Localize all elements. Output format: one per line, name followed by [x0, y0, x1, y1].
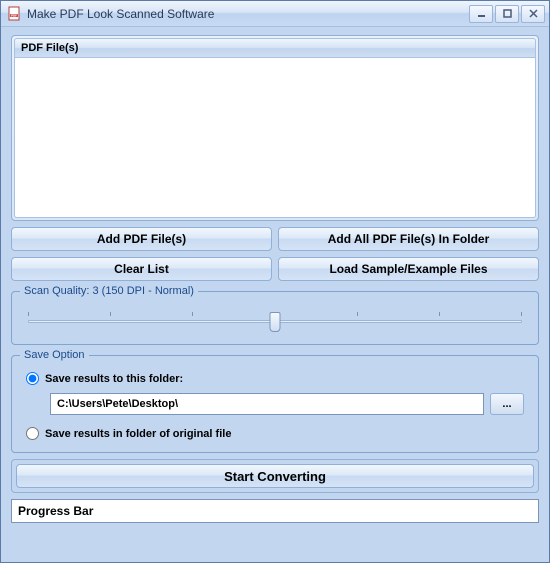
radio-original-label: Save results in folder of original file [45, 428, 231, 440]
radio-folder-input[interactable] [26, 372, 39, 385]
start-converting-button[interactable]: Start Converting [16, 464, 534, 488]
add-pdf-button[interactable]: Add PDF File(s) [11, 227, 272, 251]
radio-original-input[interactable] [26, 427, 39, 440]
scan-quality-label: Scan Quality: 3 (150 DPI - Normal) [20, 285, 198, 297]
titlebar[interactable]: PDF Make PDF Look Scanned Software [1, 1, 549, 27]
folder-path-input[interactable] [50, 393, 484, 415]
maximize-button[interactable] [495, 5, 519, 23]
save-option-group: Save Option Save results to this folder:… [11, 355, 539, 453]
save-option-label: Save Option [20, 349, 89, 361]
load-sample-button[interactable]: Load Sample/Example Files [278, 257, 539, 281]
add-folder-button[interactable]: Add All PDF File(s) In Folder [278, 227, 539, 251]
radio-save-original[interactable]: Save results in folder of original file [22, 425, 528, 442]
app-window: PDF Make PDF Look Scanned Software PDF F… [0, 0, 550, 563]
window-title: Make PDF Look Scanned Software [27, 7, 469, 21]
slider-thumb[interactable] [270, 312, 281, 332]
start-panel: Start Converting [11, 459, 539, 493]
radio-save-to-folder[interactable]: Save results to this folder: [22, 370, 528, 387]
scan-quality-slider[interactable] [28, 310, 522, 334]
client-area: PDF File(s) Add PDF File(s) Add All PDF … [1, 27, 549, 562]
svg-text:PDF: PDF [11, 13, 17, 17]
scan-quality-group: Scan Quality: 3 (150 DPI - Normal) [11, 291, 539, 345]
radio-folder-label: Save results to this folder: [45, 373, 183, 385]
clear-list-button[interactable]: Clear List [11, 257, 272, 281]
file-list-panel: PDF File(s) [11, 35, 539, 221]
app-icon: PDF [7, 6, 23, 22]
minimize-button[interactable] [469, 5, 493, 23]
file-list-header[interactable]: PDF File(s) [14, 38, 536, 58]
browse-button[interactable]: ... [490, 393, 524, 415]
close-button[interactable] [521, 5, 545, 23]
progress-label: Progress Bar [18, 504, 93, 518]
file-list[interactable] [14, 58, 536, 218]
progress-bar: Progress Bar [11, 499, 539, 523]
